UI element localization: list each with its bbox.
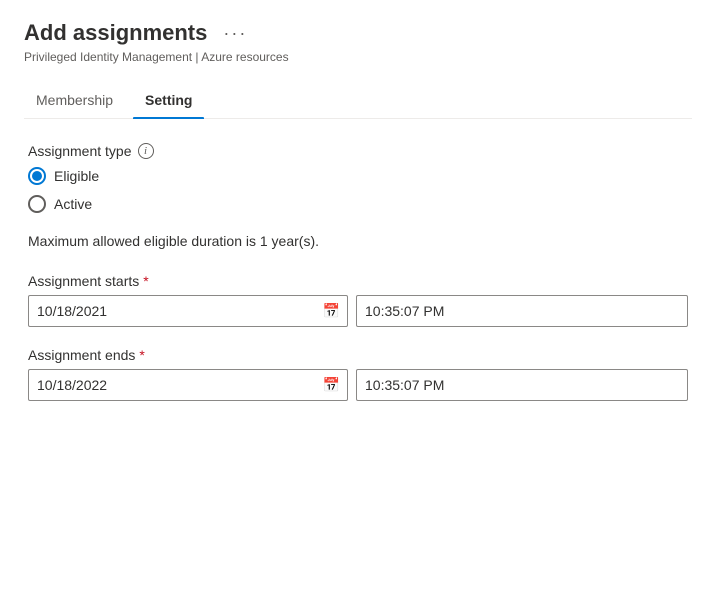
eligible-radio[interactable] — [28, 167, 46, 185]
active-label: Active — [54, 196, 92, 212]
ends-time-wrapper — [356, 369, 688, 401]
starts-time-input[interactable] — [356, 295, 688, 327]
tab-bar: Membership Setting — [24, 84, 692, 119]
breadcrumb: Privileged Identity Management | Azure r… — [24, 50, 692, 64]
ends-time-input[interactable] — [356, 369, 688, 401]
tab-membership[interactable]: Membership — [24, 84, 125, 118]
assignment-type-group: Assignment type i Eligible Active — [28, 143, 688, 213]
ends-date-input[interactable] — [28, 369, 348, 401]
starts-date-wrapper: 📅 — [28, 295, 348, 327]
assignment-type-info-icon[interactable]: i — [138, 143, 154, 159]
tab-setting[interactable]: Setting — [133, 84, 204, 118]
form-section: Assignment type i Eligible Active Maximu… — [24, 143, 692, 401]
starts-required-star: * — [143, 273, 148, 289]
ends-required-star: * — [139, 347, 144, 363]
eligible-option[interactable]: Eligible — [28, 167, 688, 185]
assignment-ends-group: Assignment ends * 📅 — [28, 347, 688, 401]
page-header: Add assignments ··· Privileged Identity … — [24, 20, 692, 64]
starts-time-wrapper — [356, 295, 688, 327]
radio-group: Eligible Active — [28, 167, 688, 213]
starts-date-input[interactable] — [28, 295, 348, 327]
starts-label: Assignment starts * — [28, 273, 688, 289]
ends-date-wrapper: 📅 — [28, 369, 348, 401]
page-title: Add assignments — [24, 20, 207, 46]
notice-text: Maximum allowed eligible duration is 1 y… — [28, 233, 688, 249]
ellipsis-button[interactable]: ··· — [217, 21, 253, 46]
active-option[interactable]: Active — [28, 195, 688, 213]
active-radio[interactable] — [28, 195, 46, 213]
ends-date-time-row: 📅 — [28, 369, 688, 401]
starts-date-time-row: 📅 — [28, 295, 688, 327]
eligible-label: Eligible — [54, 168, 99, 184]
title-row: Add assignments ··· — [24, 20, 692, 46]
assignment-starts-group: Assignment starts * 📅 — [28, 273, 688, 327]
ends-label: Assignment ends * — [28, 347, 688, 363]
assignment-type-label: Assignment type i — [28, 143, 688, 159]
